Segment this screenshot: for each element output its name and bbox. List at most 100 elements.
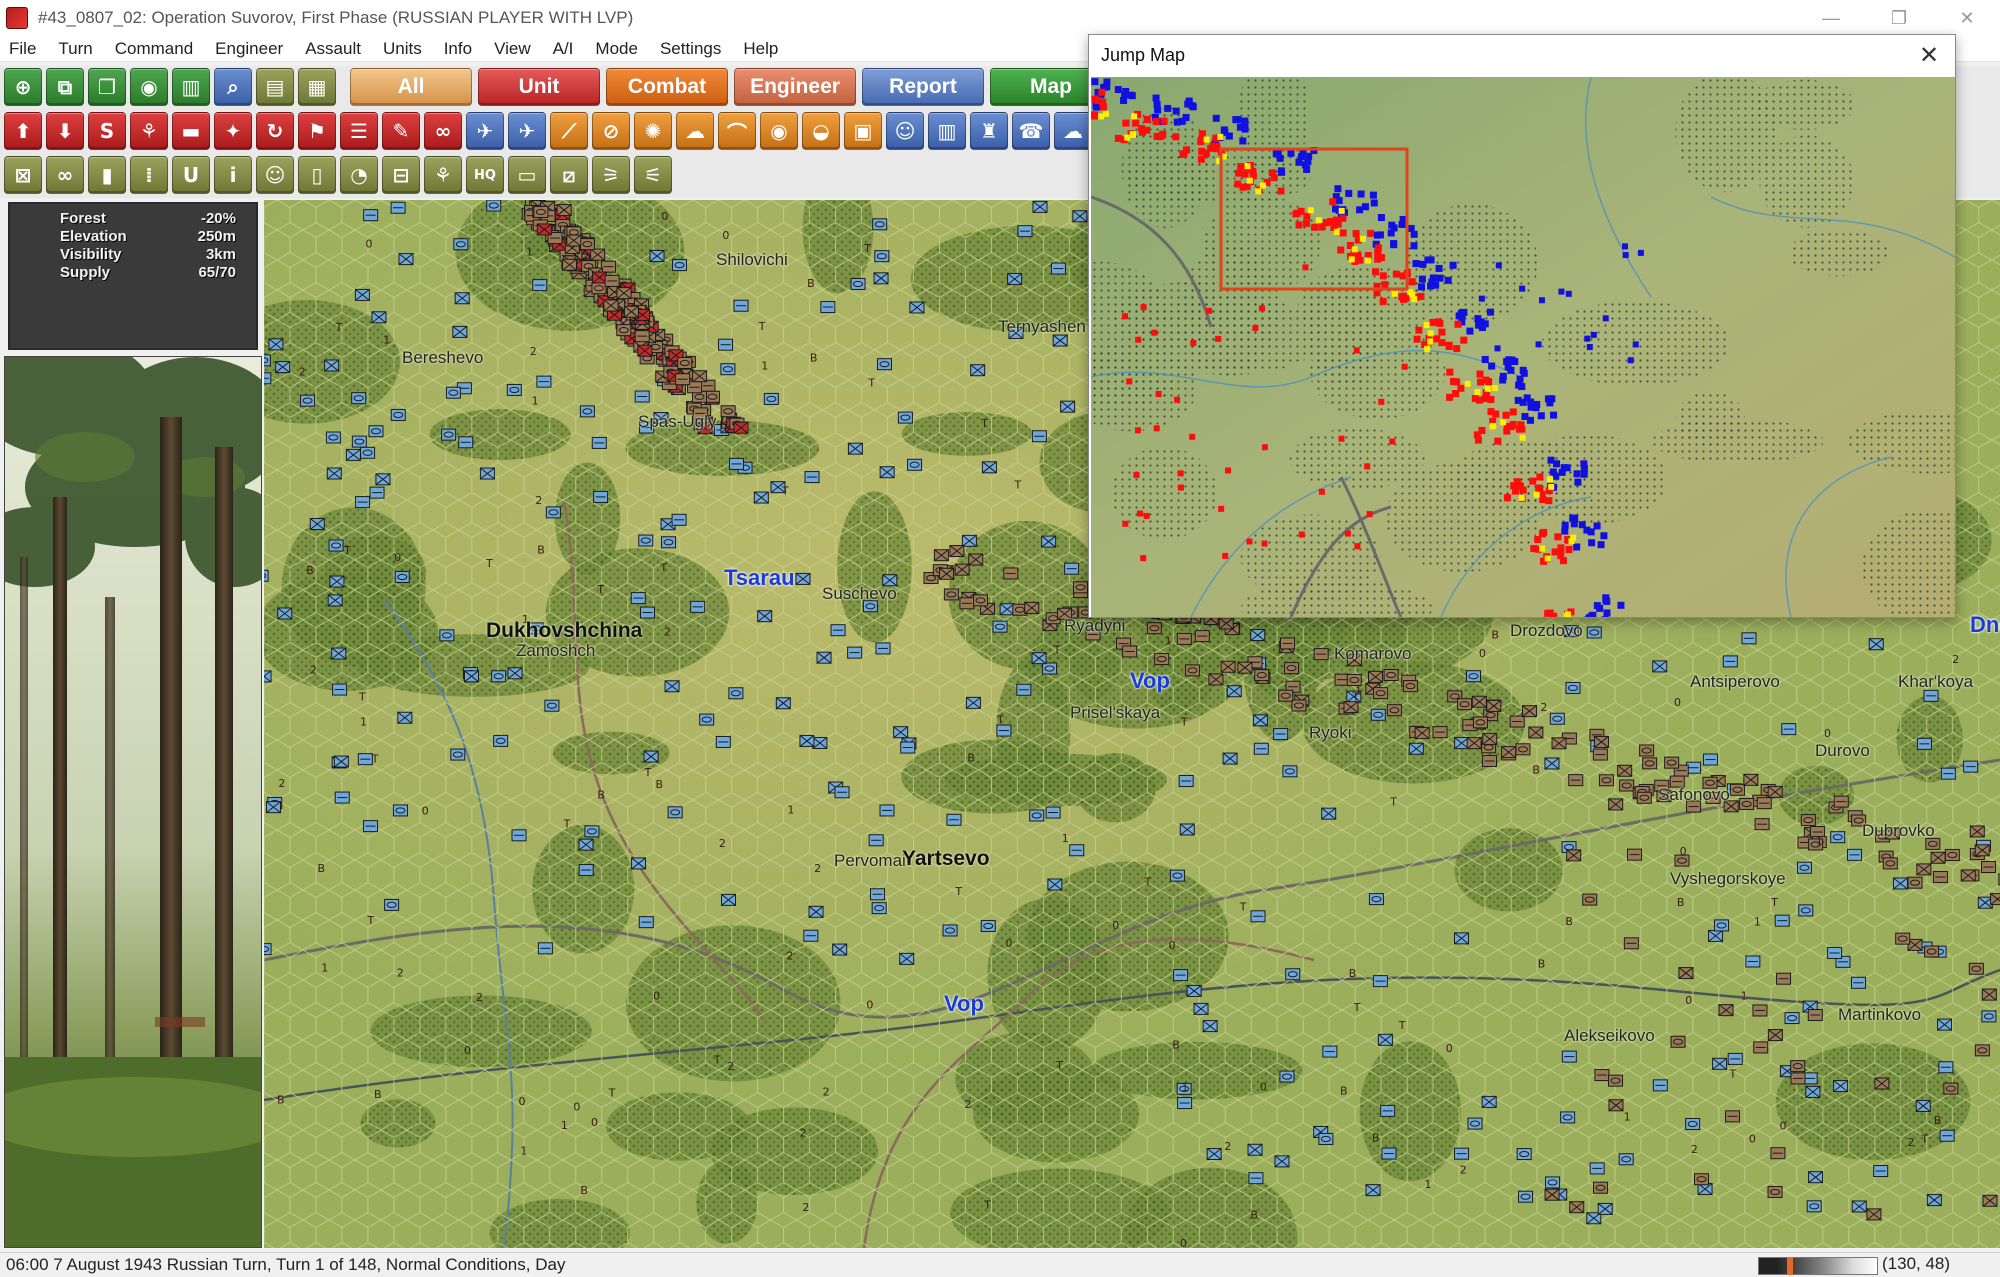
unit-counter[interactable]: [327, 594, 343, 607]
unit-counter[interactable]: [369, 486, 385, 499]
unit-counter[interactable]: [1664, 756, 1680, 769]
unit-counter[interactable]: [1186, 984, 1202, 997]
refresh-icon[interactable]: ↻: [256, 112, 294, 150]
pencil-icon[interactable]: ✎: [382, 112, 420, 150]
tab-combat[interactable]: Combat: [606, 68, 728, 106]
unit-counter[interactable]: [847, 442, 863, 455]
unit-counter[interactable]: [390, 408, 406, 421]
unit-counter[interactable]: [1202, 1020, 1218, 1033]
unit-counter[interactable]: [1003, 567, 1019, 580]
unit-counter[interactable]: [1414, 727, 1430, 740]
unit-counter[interactable]: [1781, 723, 1797, 736]
unit-counter[interactable]: [1367, 670, 1383, 683]
link-icon[interactable]: ∞: [46, 156, 84, 194]
unit-counter[interactable]: [900, 741, 916, 754]
unit-counter[interactable]: [1273, 728, 1289, 741]
unit-counter[interactable]: [634, 390, 650, 403]
unit-counter[interactable]: [397, 711, 413, 724]
unit-counter[interactable]: [1754, 818, 1770, 831]
unit-counter[interactable]: [1608, 798, 1624, 811]
unit-counter[interactable]: [1800, 814, 1816, 827]
unit-counter[interactable]: [1790, 1060, 1806, 1073]
unit-counter[interactable]: [1291, 699, 1307, 712]
unit-counter[interactable]: [1041, 535, 1057, 548]
unit-counter[interactable]: [1851, 1200, 1867, 1213]
unit-counter[interactable]: [1509, 715, 1525, 728]
unit-counter[interactable]: [1895, 932, 1911, 945]
unit-counter[interactable]: [1568, 774, 1584, 787]
down-arrow-icon[interactable]: ⬇: [46, 112, 84, 150]
unit-counter[interactable]: [879, 804, 895, 817]
unit-counter[interactable]: [1565, 681, 1581, 694]
unit-counter[interactable]: [649, 249, 665, 262]
unit-counter[interactable]: [733, 421, 749, 434]
unit-counter[interactable]: [479, 467, 495, 480]
unit-counter[interactable]: [1047, 878, 1063, 891]
unit-counter[interactable]: [1774, 914, 1790, 927]
unit-counter[interactable]: [1796, 861, 1812, 874]
unit-counter[interactable]: [939, 567, 955, 580]
unit-counter[interactable]: [439, 629, 455, 642]
unit-counter[interactable]: [965, 696, 981, 709]
phone-icon[interactable]: ☎: [1012, 112, 1050, 150]
unit-counter[interactable]: [398, 253, 414, 266]
unit-counter[interactable]: [763, 392, 779, 405]
unit-counter[interactable]: [1372, 975, 1388, 988]
unit-counter[interactable]: [634, 330, 650, 343]
unit-counter[interactable]: [1944, 848, 1960, 861]
unit-counter[interactable]: [1729, 783, 1745, 796]
unit-counter[interactable]: [1007, 272, 1023, 285]
fuel-icon[interactable]: ▯: [298, 156, 336, 194]
ammo-icon[interactable]: ⁞: [130, 156, 168, 194]
trophy-icon[interactable]: ♜: [970, 112, 1008, 150]
weather-cloud-icon[interactable]: ☁: [1054, 112, 1092, 150]
unit-counter[interactable]: [603, 299, 619, 312]
unit-counter[interactable]: [537, 942, 553, 955]
unit-counter[interactable]: [1045, 806, 1061, 819]
unit-counter[interactable]: [1154, 653, 1170, 666]
unit-counter[interactable]: [333, 755, 349, 768]
unit-counter[interactable]: [1639, 744, 1655, 757]
unit-counter[interactable]: [1516, 1148, 1532, 1161]
parachute-icon[interactable]: ⚘: [424, 156, 462, 194]
unit-counter[interactable]: [1453, 932, 1469, 945]
binoculars-icon[interactable]: ∞: [424, 112, 462, 150]
unit-counter[interactable]: [1544, 1188, 1560, 1201]
unit-counter[interactable]: [1031, 430, 1047, 443]
unit-counter[interactable]: [1685, 1117, 1701, 1130]
unit-counter[interactable]: [331, 647, 347, 660]
unit-counter[interactable]: [1501, 746, 1517, 759]
unit-counter[interactable]: [637, 344, 653, 357]
unit-counter[interactable]: [1642, 757, 1658, 770]
report-icon[interactable]: ▤: [256, 68, 294, 106]
unit-counter[interactable]: [1808, 1171, 1824, 1184]
unit-counter[interactable]: [616, 324, 632, 337]
unit-counter[interactable]: [1618, 1153, 1634, 1166]
unit-counter[interactable]: [1670, 1035, 1686, 1048]
unit-counter[interactable]: [325, 431, 341, 444]
menu-mode[interactable]: Mode: [586, 39, 651, 59]
unit-counter[interactable]: [1218, 617, 1234, 630]
unit-counter[interactable]: [973, 594, 989, 607]
unit-counter[interactable]: [1466, 670, 1482, 683]
unit-counter[interactable]: [1481, 1095, 1497, 1108]
unit-counter[interactable]: [1619, 779, 1635, 792]
unit-counter[interactable]: [1321, 807, 1337, 820]
unit-counter[interactable]: [1560, 1111, 1576, 1124]
unit-counter[interactable]: [1916, 737, 1932, 750]
unit-counter[interactable]: [1627, 848, 1643, 861]
unit-counter[interactable]: [677, 356, 693, 369]
unit-counter[interactable]: [1322, 1045, 1338, 1058]
barrage-icon[interactable]: ✺: [634, 112, 672, 150]
unit-counter[interactable]: [1518, 1190, 1534, 1203]
unit-counter[interactable]: [728, 457, 744, 470]
unit-counter[interactable]: [1250, 910, 1266, 923]
unit-counter[interactable]: [1380, 1104, 1396, 1117]
restore-button[interactable]: ❐: [1868, 0, 1930, 36]
unit-counter[interactable]: [1177, 1097, 1193, 1110]
menu-settings[interactable]: Settings: [651, 39, 734, 59]
unit-counter[interactable]: [1980, 861, 1996, 874]
unit-counter[interactable]: [1206, 1148, 1222, 1161]
unit-counter[interactable]: [874, 250, 890, 263]
unit-counter[interactable]: [675, 373, 691, 386]
